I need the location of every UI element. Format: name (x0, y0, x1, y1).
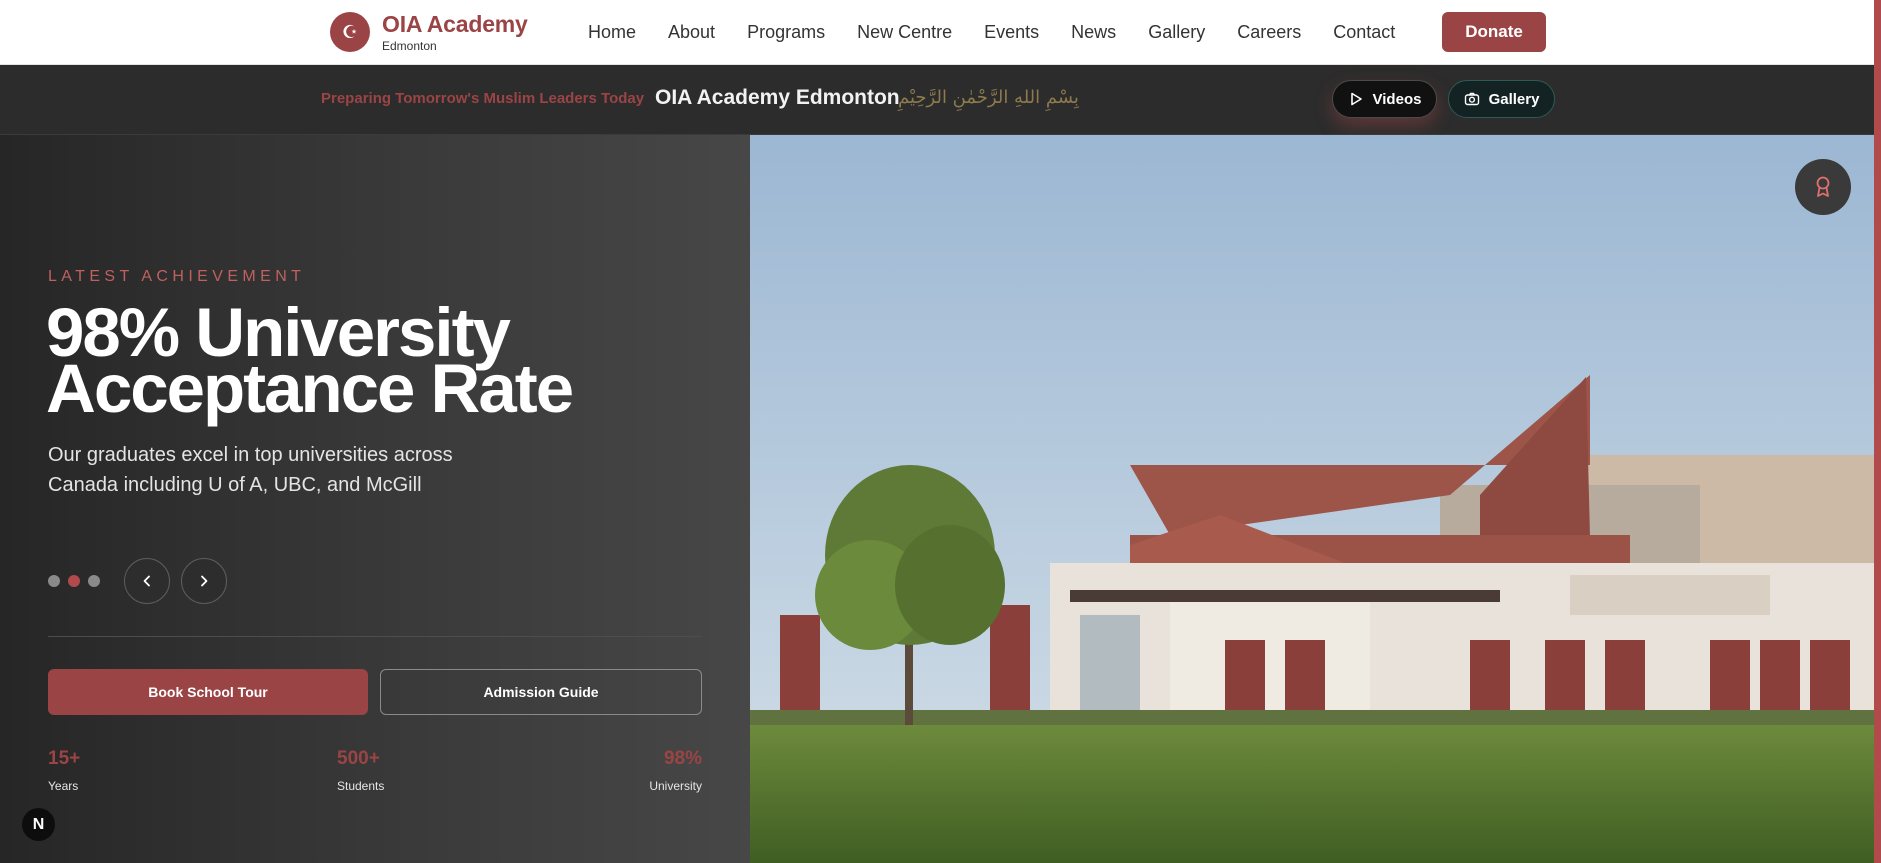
logo-subtitle: Edmonton (382, 39, 437, 53)
stat-years-label: Years (48, 779, 79, 793)
award-ribbon-icon (1816, 176, 1830, 197)
slide-dot-2[interactable] (68, 575, 80, 587)
announcement-banner: Preparing Tomorrow's Muslim Leaders Toda… (0, 65, 1874, 135)
hero-headline: 98% University Acceptance Rate (46, 298, 574, 427)
chevron-right-icon (201, 575, 208, 587)
camera-icon (1464, 92, 1479, 106)
slide-indicators (48, 575, 100, 587)
hero-building-image (750, 135, 1874, 863)
slide-dot-3[interactable] (88, 575, 100, 587)
admission-guide-button[interactable]: Admission Guide (380, 669, 702, 715)
chevron-left-icon (143, 575, 150, 587)
main-menu: Home About Programs New Centre Events Ne… (588, 0, 1427, 65)
slide-dot-1[interactable] (48, 575, 60, 587)
top-navigation: ☪ OIA Academy Edmonton Home About Progra… (0, 0, 1881, 65)
hero-description: Our graduates excel in top universities … (48, 444, 453, 496)
next-slide-button[interactable] (181, 558, 227, 604)
gallery-button[interactable]: Gallery (1448, 80, 1555, 118)
previous-slide-button[interactable] (124, 558, 170, 604)
stat-years-value: 15+ (48, 748, 81, 769)
bismillah-text: بِسْمِ اللهِ الرَّحْمٰنِ الرَّحِيْمِ (898, 87, 1079, 108)
hero-panel: LATEST ACHIEVEMENT 98% University Accept… (0, 135, 750, 863)
nav-link-about[interactable]: About (668, 22, 715, 43)
hero-headline-line-2: Acceptance Rate (46, 350, 574, 427)
hero-eyebrow: LATEST ACHIEVEMENT (48, 268, 306, 285)
banner-school-name: OIA Academy Edmonton (655, 86, 900, 109)
gallery-label: Gallery (1488, 90, 1540, 108)
stat-students: 500+ Students (337, 748, 384, 793)
stat-years: 15+ Years (48, 748, 80, 793)
floating-n-badge-button[interactable]: N (22, 808, 55, 841)
logo-title[interactable]: OIA Academy (382, 11, 528, 38)
scrollbar[interactable] (1874, 0, 1881, 863)
stat-students-value: 500+ (337, 748, 380, 769)
book-school-tour-button[interactable]: Book School Tour (48, 669, 368, 715)
nav-link-news[interactable]: News (1071, 22, 1116, 43)
videos-label: Videos (1372, 90, 1422, 108)
stat-university-label: University (649, 779, 702, 793)
stat-students-label: Students (337, 779, 385, 793)
nav-link-home[interactable]: Home (588, 22, 636, 43)
banner-tagline: Preparing Tomorrow's Muslim Leaders Toda… (321, 90, 645, 107)
nav-link-programs[interactable]: Programs (747, 22, 825, 43)
building-illustration (750, 135, 1874, 863)
play-icon (1350, 92, 1362, 106)
nav-link-events[interactable]: Events (984, 22, 1039, 43)
videos-button[interactable]: Videos (1332, 80, 1437, 118)
award-button[interactable] (1795, 159, 1851, 215)
stat-university-value: 98% (663, 748, 702, 769)
nav-link-careers[interactable]: Careers (1237, 22, 1301, 43)
hero-divider (48, 636, 702, 637)
nav-link-new-centre[interactable]: New Centre (857, 22, 952, 43)
nav-link-gallery[interactable]: Gallery (1148, 22, 1205, 43)
logo-crescent-icon[interactable]: ☪ (330, 12, 370, 52)
nav-link-contact[interactable]: Contact (1333, 22, 1395, 43)
stat-university: 98% University (644, 748, 702, 793)
donate-button[interactable]: Donate (1442, 12, 1546, 52)
